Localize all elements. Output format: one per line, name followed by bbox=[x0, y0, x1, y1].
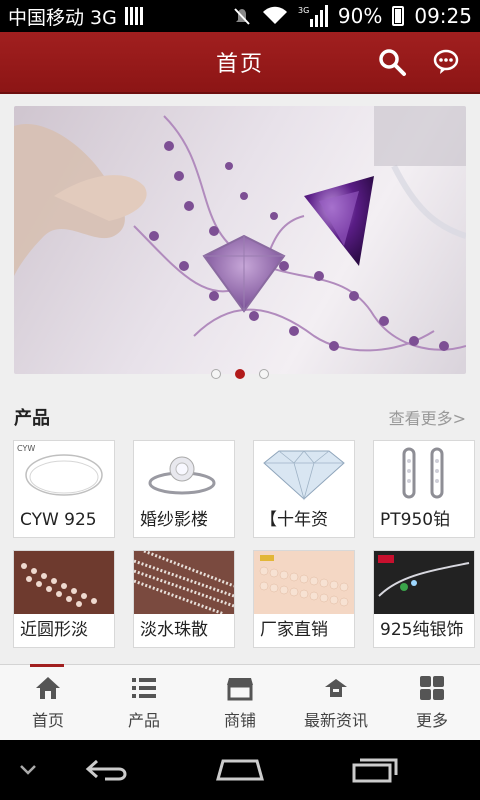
grid-icon bbox=[418, 675, 446, 701]
diamond-image bbox=[254, 441, 354, 504]
carousel-indicators bbox=[0, 369, 480, 379]
nav-shops[interactable]: 商铺 bbox=[192, 665, 288, 740]
list-icon bbox=[130, 675, 158, 701]
collapse-button[interactable] bbox=[14, 756, 42, 784]
product-card[interactable]: 【十年资 bbox=[253, 440, 355, 538]
nav-label: 商铺 bbox=[223, 710, 256, 730]
bottom-nav: 首页 产品 商铺 最新资讯 更多 bbox=[0, 664, 480, 740]
hoop-earrings-image bbox=[374, 441, 474, 504]
nav-products[interactable]: 产品 bbox=[96, 665, 192, 740]
search-button[interactable] bbox=[374, 44, 410, 80]
products-section-header: 产品 查看更多> bbox=[14, 402, 466, 432]
shop-icon bbox=[226, 675, 254, 701]
clock: 09:25 bbox=[414, 4, 472, 28]
nav-news[interactable]: 最新资讯 bbox=[288, 665, 384, 740]
pearl-pile-image bbox=[254, 551, 354, 614]
app-header: 首页 bbox=[0, 32, 480, 94]
home-outline-icon bbox=[216, 759, 264, 781]
product-label: 淡水珠散 bbox=[140, 620, 208, 640]
silver-bracelet-image bbox=[374, 551, 474, 614]
nav-label: 最新资讯 bbox=[303, 710, 368, 730]
product-card[interactable]: 近圆形淡 bbox=[13, 550, 115, 648]
recents-button[interactable] bbox=[350, 756, 400, 784]
battery-icon bbox=[392, 6, 405, 26]
status-bar: 中国移动 3G 3G 90% 09:25 bbox=[0, 0, 480, 32]
news-icon bbox=[322, 675, 350, 701]
search-icon bbox=[379, 49, 406, 76]
product-label: 近圆形淡 bbox=[20, 620, 88, 640]
product-card[interactable]: 厂家直销 bbox=[253, 550, 355, 648]
sim-icon bbox=[124, 7, 143, 25]
nav-home[interactable]: 首页 bbox=[0, 664, 96, 740]
banner-carousel[interactable] bbox=[14, 106, 466, 374]
nav-more[interactable]: 更多 bbox=[384, 665, 480, 740]
carousel-dot-active[interactable] bbox=[235, 369, 245, 379]
product-label: 婚纱影楼 bbox=[140, 510, 208, 530]
product-card[interactable]: PT950铂 bbox=[373, 440, 475, 538]
product-card[interactable]: 婚纱影楼 bbox=[133, 440, 235, 538]
product-grid: CYW CYW 925 婚纱影楼 【十年资 PT950铂 近圆形淡 淡水珠散 厂… bbox=[13, 440, 475, 648]
message-button[interactable] bbox=[428, 44, 464, 80]
product-label: 厂家直销 bbox=[260, 620, 328, 640]
product-label: PT950铂 bbox=[380, 510, 451, 530]
home-icon bbox=[34, 675, 62, 701]
carrier-label: 中国移动 3G bbox=[8, 6, 117, 29]
back-button[interactable] bbox=[84, 756, 132, 784]
pearl-strands-image bbox=[14, 551, 114, 614]
battery-percent: 90% bbox=[337, 4, 383, 28]
banner-image bbox=[14, 106, 466, 352]
product-label: 【十年资 bbox=[260, 510, 328, 530]
nav-label: 更多 bbox=[415, 710, 448, 730]
network-type-label: 3G bbox=[298, 6, 309, 15]
section-title: 产品 bbox=[14, 408, 50, 429]
product-card[interactable]: CYW CYW 925 bbox=[13, 440, 115, 538]
product-label: CYW 925 bbox=[20, 510, 97, 530]
recents-icon bbox=[352, 758, 398, 783]
product-label: 925纯银饰 bbox=[380, 620, 464, 640]
diamond-ring-image bbox=[134, 441, 234, 504]
pearl-strands-white-image bbox=[134, 551, 234, 614]
carousel-dot[interactable] bbox=[259, 369, 269, 379]
home-system-button[interactable] bbox=[214, 756, 266, 784]
page-title: 首页 bbox=[215, 52, 264, 77]
nav-label: 产品 bbox=[127, 710, 160, 730]
back-icon bbox=[85, 759, 127, 781]
svg-text:CYW: CYW bbox=[17, 444, 35, 453]
chat-icon bbox=[433, 49, 459, 74]
system-nav-bar bbox=[0, 740, 480, 800]
signal-icon: 3G bbox=[298, 5, 328, 27]
carousel-dot[interactable] bbox=[211, 369, 221, 379]
product-card[interactable]: 淡水珠散 bbox=[133, 550, 235, 648]
product-card[interactable]: 925纯银饰 bbox=[373, 550, 475, 648]
nav-label: 首页 bbox=[31, 710, 64, 730]
mute-icon bbox=[232, 6, 252, 26]
wifi-icon bbox=[262, 6, 288, 26]
chevron-down-icon bbox=[20, 765, 36, 775]
necklace-chain-image: CYW bbox=[14, 441, 114, 504]
view-more-link[interactable]: 查看更多> bbox=[389, 405, 466, 429]
